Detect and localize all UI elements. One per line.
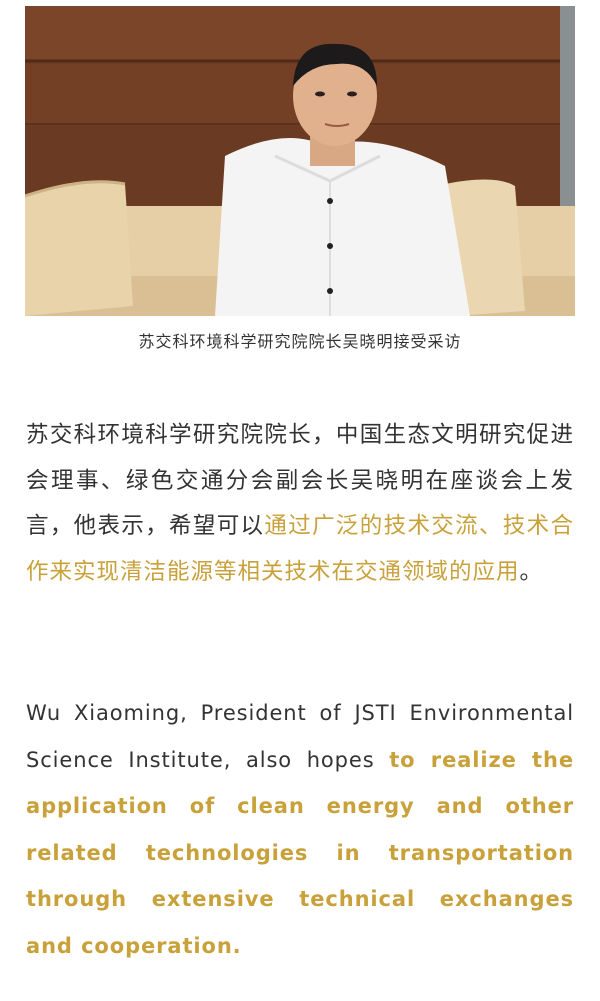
interview-photo <box>25 6 575 316</box>
english-paragraph: Wu Xiaoming, President of JSTI Environme… <box>26 690 574 969</box>
photo-caption: 苏交科环境科学研究院院长吴晓明接受采访 <box>138 332 462 351</box>
english-paragraph-highlight: to realize the application of clean ener… <box>26 747 574 958</box>
chinese-paragraph-end: 。 <box>519 558 544 585</box>
chinese-paragraph: 苏交科环境科学研究院院长，中国生态文明研究促进会理事、绿色交通分会副会长吴晓明在… <box>26 413 574 595</box>
interview-photo-illustration <box>25 6 575 316</box>
